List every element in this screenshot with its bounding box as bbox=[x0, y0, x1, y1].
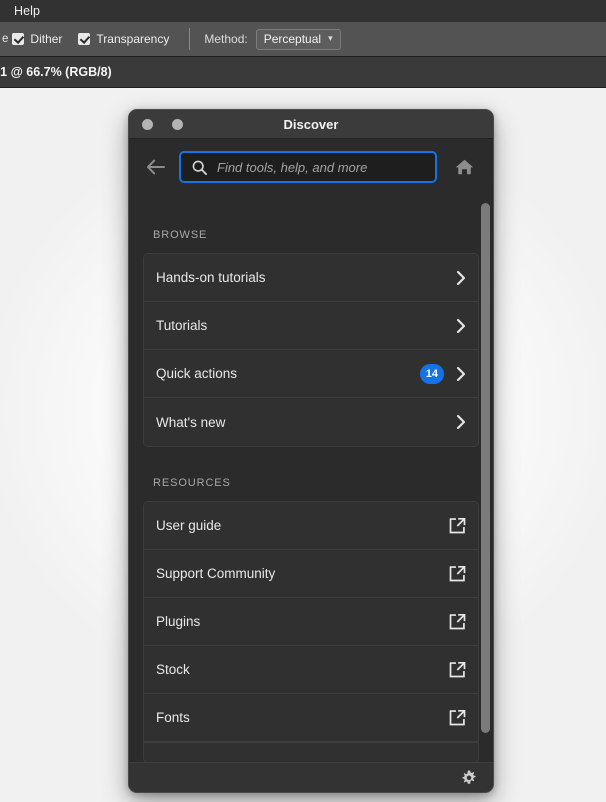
external-link-icon bbox=[449, 517, 466, 534]
list-item-tutorials[interactable]: Tutorials bbox=[144, 302, 478, 350]
section-heading-resources: RESOURCES bbox=[143, 447, 479, 501]
back-button[interactable] bbox=[143, 154, 169, 180]
list-item-partial-clipped[interactable] bbox=[144, 742, 478, 762]
list-item-label: Stock bbox=[156, 662, 449, 677]
list-item-stock[interactable]: Stock bbox=[144, 646, 478, 694]
document-title-bar: -1 @ 66.7% (RGB/8) bbox=[0, 56, 606, 88]
discover-footer bbox=[129, 762, 493, 792]
search-placeholder: Find tools, help, and more bbox=[217, 160, 367, 175]
home-icon bbox=[454, 157, 475, 177]
search-icon bbox=[192, 160, 207, 175]
list-item-label: What's new bbox=[156, 415, 456, 430]
arrow-left-icon bbox=[146, 159, 166, 175]
external-link-icon bbox=[449, 709, 466, 726]
vertical-scrollbar[interactable] bbox=[481, 195, 490, 762]
status-badge: 14 bbox=[420, 364, 444, 384]
list-item-label: User guide bbox=[156, 518, 449, 533]
transparency-label: Transparency bbox=[96, 32, 169, 46]
document-title-text: -1 @ 66.7% (RGB/8) bbox=[0, 65, 112, 79]
chevron-down-icon: ▾ bbox=[328, 34, 333, 43]
application-menu-bar: Help bbox=[0, 0, 606, 22]
checkbox-checked-icon bbox=[78, 33, 90, 45]
scrollbar-thumb[interactable] bbox=[481, 203, 490, 733]
chevron-right-icon bbox=[456, 366, 466, 382]
minimize-button[interactable] bbox=[172, 119, 183, 130]
list-item-fonts[interactable]: Fonts bbox=[144, 694, 478, 742]
list-item-hands-on-tutorials[interactable]: Hands-on tutorials bbox=[144, 254, 478, 302]
checkbox-checked-icon bbox=[12, 33, 24, 45]
external-link-icon bbox=[449, 661, 466, 678]
discover-scroll-area[interactable]: BROWSE Hands-on tutorials Tutorials Quic… bbox=[129, 195, 493, 762]
settings-button[interactable] bbox=[461, 770, 477, 786]
list-item-label: Support Community bbox=[156, 566, 449, 581]
home-button[interactable] bbox=[449, 152, 479, 182]
tool-options-bar: e Dither Transparency Method: Perceptual… bbox=[0, 22, 606, 56]
method-label: Method: bbox=[204, 32, 247, 46]
transparency-checkbox[interactable]: Transparency bbox=[78, 32, 169, 46]
discover-panel-title: Discover bbox=[129, 117, 493, 132]
list-item-plugins[interactable]: Plugins bbox=[144, 598, 478, 646]
dither-label: Dither bbox=[30, 32, 62, 46]
menu-item-help[interactable]: Help bbox=[10, 4, 44, 18]
chevron-right-icon bbox=[456, 414, 466, 430]
list-item-label: Hands-on tutorials bbox=[156, 270, 456, 285]
section-heading-browse: BROWSE bbox=[143, 195, 479, 253]
list-item-user-guide[interactable]: User guide bbox=[144, 502, 478, 550]
list-item-support-community[interactable]: Support Community bbox=[144, 550, 478, 598]
discover-panel: Discover Find tools, help, and more BROW… bbox=[128, 109, 494, 793]
method-dropdown[interactable]: Perceptual ▾ bbox=[256, 29, 341, 50]
discover-title-bar[interactable]: Discover bbox=[129, 110, 493, 139]
list-item-label: Plugins bbox=[156, 614, 449, 629]
window-controls bbox=[142, 119, 183, 130]
method-dropdown-value: Perceptual bbox=[264, 32, 321, 46]
discover-search-bar: Find tools, help, and more bbox=[129, 139, 493, 195]
external-link-icon bbox=[449, 565, 466, 582]
chevron-right-icon bbox=[456, 270, 466, 286]
list-item-label: Quick actions bbox=[156, 366, 420, 381]
close-button[interactable] bbox=[142, 119, 153, 130]
chevron-right-icon bbox=[456, 318, 466, 334]
list-item-quick-actions[interactable]: Quick actions 14 bbox=[144, 350, 478, 398]
resources-card: User guide Support Community bbox=[143, 501, 479, 762]
external-link-icon bbox=[449, 613, 466, 630]
list-item-label: Fonts bbox=[156, 710, 449, 725]
search-input[interactable]: Find tools, help, and more bbox=[179, 151, 437, 183]
options-leading-fragment: e bbox=[2, 33, 8, 45]
list-item-label: Tutorials bbox=[156, 318, 456, 333]
gear-icon bbox=[461, 770, 477, 786]
dither-checkbox[interactable]: Dither bbox=[12, 32, 62, 46]
list-item-whats-new[interactable]: What's new bbox=[144, 398, 478, 446]
options-divider bbox=[189, 28, 190, 50]
browse-card: Hands-on tutorials Tutorials Quick actio… bbox=[143, 253, 479, 447]
